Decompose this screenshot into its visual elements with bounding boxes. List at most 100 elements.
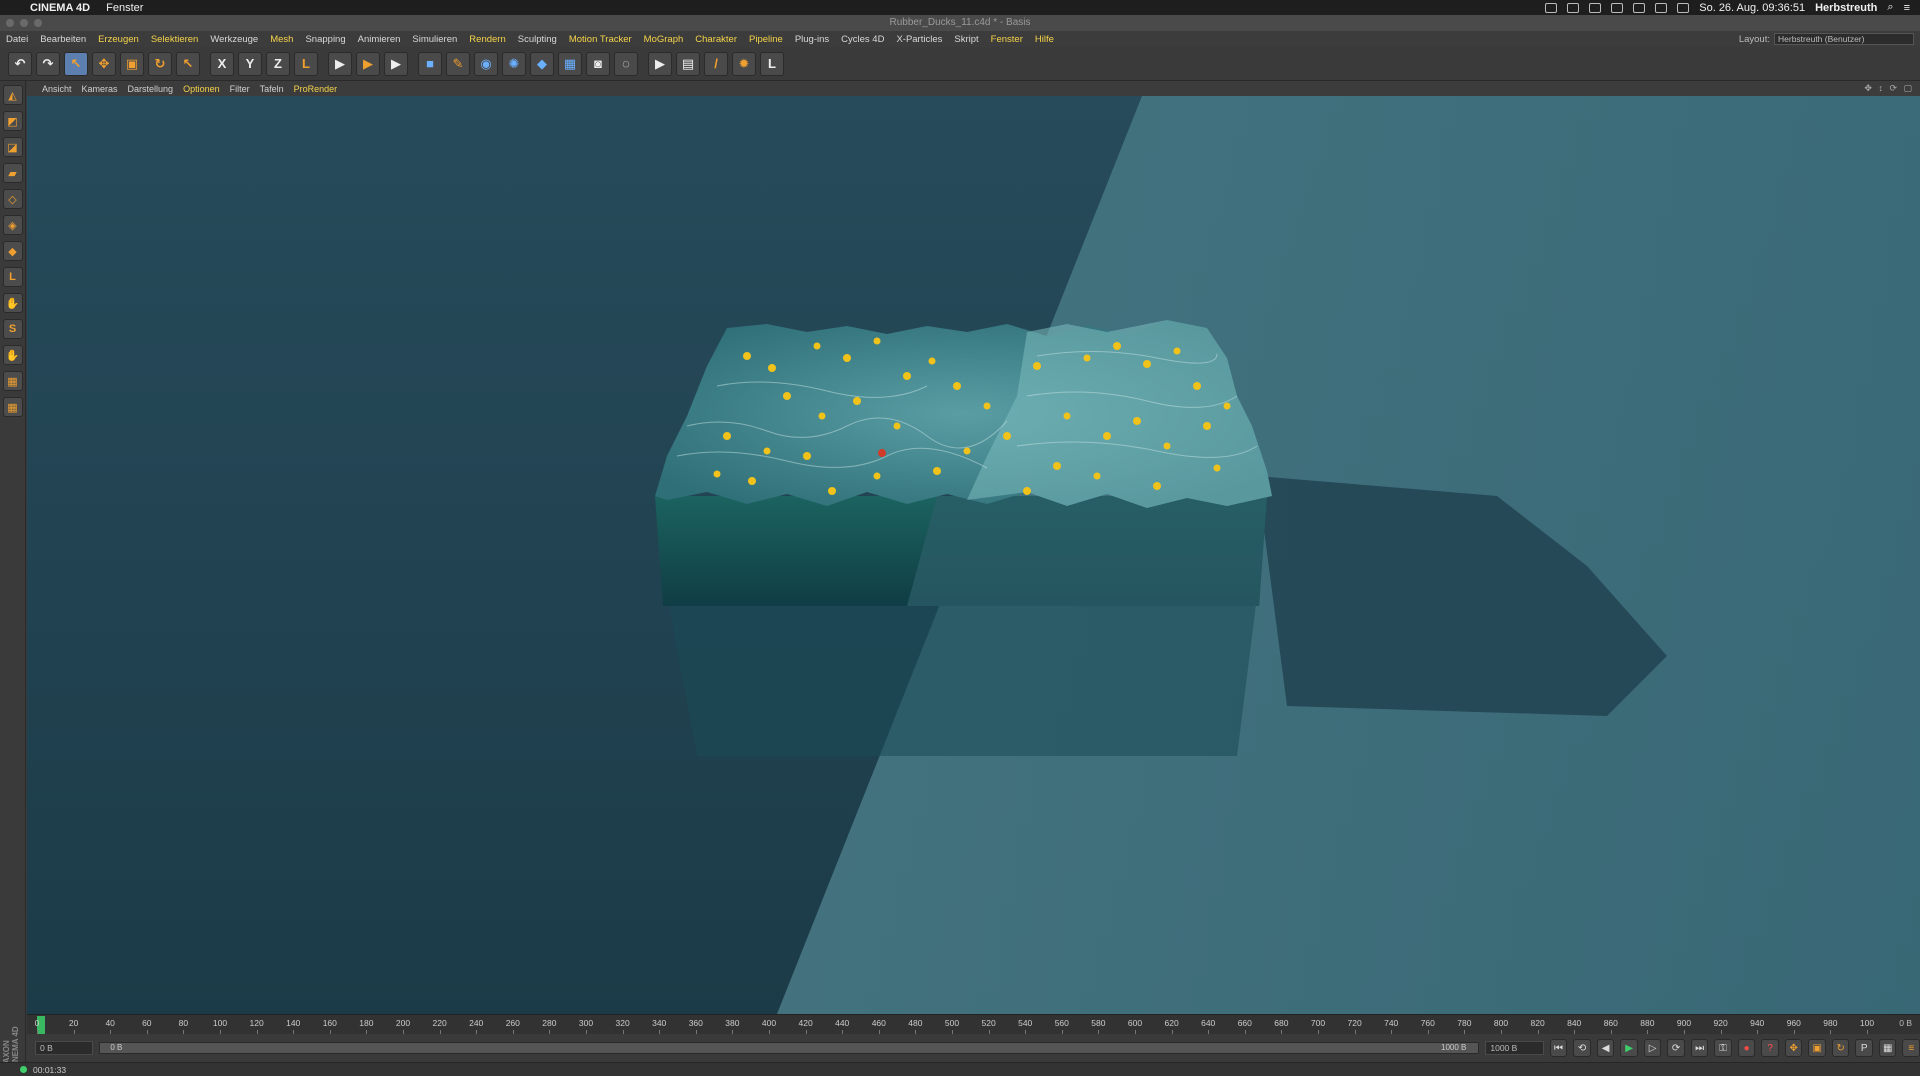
- live-selection-icon[interactable]: ↖: [64, 51, 88, 76]
- locking-icon[interactable]: ✋: [2, 345, 23, 365]
- floor-icon[interactable]: ▦: [558, 51, 582, 76]
- recent-tool-icon[interactable]: ↖: [176, 51, 200, 76]
- key-position-icon[interactable]: ✥: [1784, 1039, 1803, 1057]
- notification-center-icon[interactable]: ≡: [1904, 2, 1910, 14]
- timeline-menu-icon[interactable]: ≡: [1902, 1039, 1920, 1057]
- viewport-nav-icons[interactable]: ✥ ↕ ⟳ ▢: [1864, 83, 1920, 94]
- previous-frame-icon[interactable]: ◀: [1596, 1039, 1615, 1057]
- menu-datei[interactable]: Datei: [0, 34, 34, 45]
- shield-icon[interactable]: [1589, 2, 1602, 13]
- view-menu-darstellung[interactable]: Darstellung: [123, 84, 179, 94]
- close-window-button[interactable]: [6, 19, 14, 27]
- record-key-icon[interactable]: ⚿: [1714, 1039, 1732, 1057]
- menu-skript[interactable]: Skript: [948, 34, 984, 45]
- snap-icon[interactable]: S: [2, 319, 23, 339]
- coordinate-system-icon[interactable]: L: [294, 51, 318, 76]
- key-parameter-icon[interactable]: P: [1855, 1039, 1873, 1057]
- menu-snapping[interactable]: Snapping: [299, 34, 351, 45]
- menu-rendern[interactable]: Rendern: [463, 34, 511, 45]
- make-editable-icon[interactable]: ◭: [2, 85, 23, 105]
- x-axis-icon[interactable]: X: [210, 51, 234, 76]
- spotlight-icon[interactable]: ⌕: [1887, 1, 1893, 14]
- max-frame-field[interactable]: 1000 B: [1485, 1041, 1544, 1055]
- zoom-window-button[interactable]: [34, 19, 42, 27]
- menu-simulieren[interactable]: Simulieren: [406, 34, 463, 45]
- cloud-icon[interactable]: [1567, 2, 1580, 13]
- workplane-icon[interactable]: ▰: [2, 163, 23, 183]
- menu-motion-tracker[interactable]: Motion Tracker: [563, 34, 638, 45]
- wifi-icon[interactable]: [1655, 2, 1668, 13]
- clapper-icon[interactable]: ▤: [676, 51, 700, 76]
- loop-forward-icon[interactable]: ⟳: [1667, 1039, 1685, 1057]
- menu-mesh[interactable]: Mesh: [264, 34, 299, 45]
- loop-back-icon[interactable]: ⟲: [1573, 1039, 1591, 1057]
- layout-dropdown[interactable]: Herbstreuth (Benutzer): [1774, 33, 1914, 45]
- axis-icon[interactable]: L: [2, 267, 23, 287]
- y-axis-icon[interactable]: Y: [238, 51, 262, 76]
- menu-hilfe[interactable]: Hilfe: [1029, 34, 1060, 45]
- menu-bearbeiten[interactable]: Bearbeiten: [34, 34, 92, 45]
- view-menu-tafeln[interactable]: Tafeln: [255, 84, 289, 94]
- view-menu-kameras[interactable]: Kameras: [77, 84, 123, 94]
- play-icon[interactable]: ▶: [1620, 1039, 1638, 1057]
- edges-mode-icon[interactable]: ◈: [2, 215, 23, 235]
- render-picture-viewer-icon[interactable]: ▶: [356, 51, 380, 76]
- menu-cycles-4d[interactable]: Cycles 4D: [835, 34, 890, 45]
- redo-icon[interactable]: ↷: [36, 51, 60, 76]
- pen-spline-icon[interactable]: ✎: [446, 51, 470, 76]
- record-active-icon[interactable]: ●: [1737, 1039, 1756, 1057]
- menu-x-particles[interactable]: X-Particles: [890, 34, 948, 45]
- texture-mode-icon[interactable]: ◪: [2, 137, 23, 157]
- menu-selektieren[interactable]: Selektieren: [145, 34, 205, 45]
- render-view-icon[interactable]: ▶: [328, 51, 352, 76]
- menu-animieren[interactable]: Animieren: [352, 34, 407, 45]
- array-icon[interactable]: ✺: [502, 51, 526, 76]
- move-icon[interactable]: ✥: [92, 51, 116, 76]
- preview-range-slider[interactable]: 0 B 1000 B: [99, 1042, 1480, 1054]
- model-mode-icon[interactable]: ◩: [2, 111, 23, 131]
- points-mode-icon[interactable]: ◇: [2, 189, 23, 209]
- deformer-icon[interactable]: ◆: [530, 51, 554, 76]
- menu-erzeugen[interactable]: Erzeugen: [92, 34, 145, 45]
- dropbox-icon[interactable]: [1545, 2, 1558, 13]
- view-menu-ansicht[interactable]: Ansicht: [37, 84, 77, 94]
- menu-werkzeuge[interactable]: Werkzeuge: [204, 34, 264, 45]
- go-to-start-icon[interactable]: ⏮: [1549, 1039, 1568, 1057]
- scale-icon[interactable]: ▣: [120, 51, 144, 76]
- light-icon[interactable]: ◌: [614, 51, 638, 76]
- current-frame-field[interactable]: 0 B: [35, 1041, 94, 1055]
- workplane-lock-icon[interactable]: ▦: [2, 397, 23, 417]
- timemachine-icon[interactable]: [1633, 2, 1646, 13]
- view-menu-optionen[interactable]: Optionen: [178, 84, 225, 94]
- key-pla-icon[interactable]: ▦: [1878, 1039, 1897, 1057]
- app-menu[interactable]: CINEMA 4D: [30, 2, 90, 14]
- 3d-viewport[interactable]: [27, 96, 1920, 1014]
- settings-gear-icon[interactable]: ✹: [732, 51, 756, 76]
- timeline-ruler[interactable]: 0 20 40 60 80 100 120 140 160 180 200 220 240 260 280 3…: [27, 1014, 1920, 1034]
- volume-icon[interactable]: [1677, 2, 1690, 13]
- minimize-window-button[interactable]: [20, 19, 28, 27]
- rotate-icon[interactable]: ↻: [148, 51, 172, 76]
- key-rotation-icon[interactable]: ↻: [1831, 1039, 1850, 1057]
- menu-sculpting[interactable]: Sculpting: [512, 34, 563, 45]
- menu-mograph[interactable]: MoGraph: [638, 34, 690, 45]
- subdivision-icon[interactable]: ◉: [474, 51, 498, 76]
- render-settings-icon[interactable]: ▶: [384, 51, 408, 76]
- display-icon[interactable]: [1611, 2, 1624, 13]
- polygons-mode-icon[interactable]: ◆: [2, 241, 23, 261]
- next-frame-icon[interactable]: ▷: [1643, 1039, 1662, 1057]
- menu-plug-ins[interactable]: Plug-ins: [789, 34, 835, 45]
- fenster-menu[interactable]: Fenster: [106, 2, 143, 14]
- menu-fenster[interactable]: Fenster: [985, 34, 1029, 45]
- cube-icon[interactable]: ■: [418, 51, 442, 76]
- user-name[interactable]: Herbstreuth: [1815, 2, 1877, 14]
- render-region-icon[interactable]: ▶: [648, 51, 672, 76]
- menu-pipeline[interactable]: Pipeline: [743, 34, 789, 45]
- grid-icon[interactable]: ▦: [2, 371, 23, 391]
- view-menu-filter[interactable]: Filter: [225, 84, 255, 94]
- clock[interactable]: So. 26. Aug. 09:36:51: [1699, 2, 1805, 14]
- autokey-icon[interactable]: ?: [1761, 1039, 1779, 1057]
- paint-icon[interactable]: /: [704, 51, 728, 76]
- undo-icon[interactable]: ↶: [8, 51, 32, 76]
- menu-charakter[interactable]: Charakter: [689, 34, 743, 45]
